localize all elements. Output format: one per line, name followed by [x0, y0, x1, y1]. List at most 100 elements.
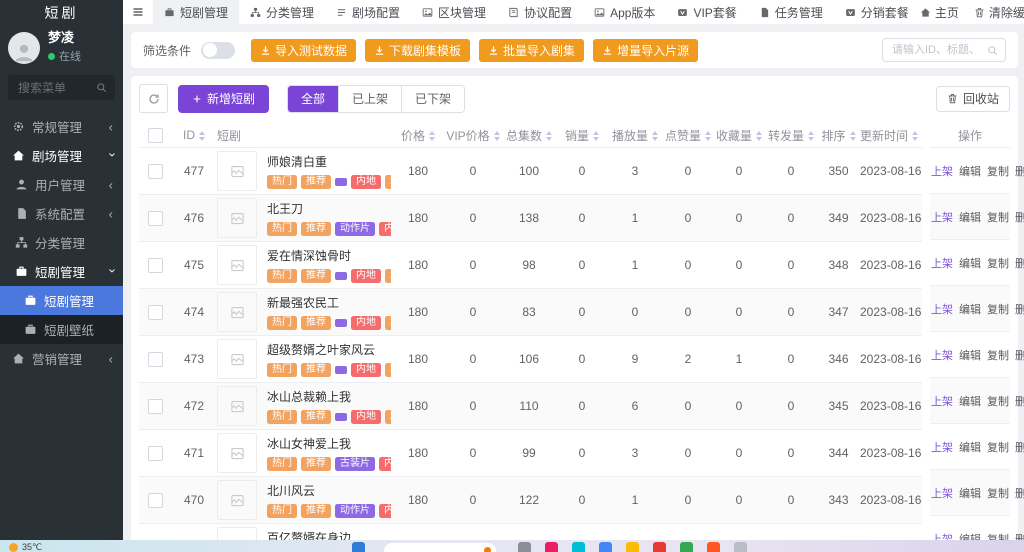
- sidebar-item[interactable]: 营销管理: [0, 344, 123, 373]
- publish-link[interactable]: 上架: [931, 255, 953, 271]
- copy-link[interactable]: 复制: [987, 439, 1009, 455]
- column-header[interactable]: 播放量: [607, 123, 663, 148]
- sort-icon[interactable]: [808, 131, 814, 141]
- column-header[interactable]: 价格: [391, 123, 445, 148]
- sort-icon[interactable]: [199, 131, 205, 141]
- publish-link[interactable]: 上架: [931, 439, 953, 455]
- sort-icon[interactable]: [593, 131, 599, 141]
- hamburger-button[interactable]: [123, 6, 153, 18]
- copy-link[interactable]: 复制: [987, 393, 1009, 409]
- sidebar-item[interactable]: 短剧管理: [0, 257, 123, 286]
- taskbar-app-icon[interactable]: [352, 542, 365, 552]
- sort-icon[interactable]: [546, 131, 552, 141]
- status-tab[interactable]: 全部: [288, 86, 338, 112]
- sidebar-item[interactable]: 用户管理: [0, 170, 123, 199]
- navbar-tab[interactable]: 协议配置: [497, 0, 583, 24]
- row-checkbox[interactable]: [148, 352, 163, 367]
- delete-link[interactable]: 删除: [1015, 301, 1024, 317]
- taskbar-app-icon[interactable]: [653, 542, 666, 552]
- navbar-tab[interactable]: VIP套餐: [666, 0, 747, 24]
- row-checkbox[interactable]: [148, 305, 163, 320]
- delete-link[interactable]: 删除: [1015, 163, 1024, 179]
- clear-cache-button[interactable]: 清除缓存: [974, 4, 1024, 21]
- sort-icon[interactable]: [850, 131, 856, 141]
- import-button[interactable]: 下载剧集模板: [365, 39, 470, 62]
- recycle-bin-button[interactable]: 回收站: [936, 86, 1010, 112]
- taskbar-app-icon[interactable]: [707, 542, 720, 552]
- sort-icon[interactable]: [705, 131, 711, 141]
- navbar-tab[interactable]: App版本: [583, 0, 666, 24]
- import-button[interactable]: 增量导入片源: [593, 39, 698, 62]
- sidebar-item[interactable]: 分类管理: [0, 228, 123, 257]
- taskbar-app-icon[interactable]: [572, 542, 585, 552]
- status-tab[interactable]: 已上架: [338, 86, 401, 112]
- home-button[interactable]: 主页: [920, 4, 959, 21]
- column-header[interactable]: ID: [171, 123, 217, 148]
- sort-icon[interactable]: [429, 131, 435, 141]
- edit-link[interactable]: 编辑: [959, 393, 981, 409]
- copy-link[interactable]: 复制: [987, 347, 1009, 363]
- publish-link[interactable]: 上架: [931, 163, 953, 179]
- delete-link[interactable]: 删除: [1015, 209, 1024, 225]
- table-search-input[interactable]: [890, 43, 982, 57]
- edit-link[interactable]: 编辑: [959, 163, 981, 179]
- delete-link[interactable]: 删除: [1015, 347, 1024, 363]
- row-checkbox[interactable]: [148, 446, 163, 461]
- delete-link[interactable]: 删除: [1015, 531, 1024, 541]
- import-button[interactable]: 导入测试数据: [251, 39, 356, 62]
- edit-link[interactable]: 编辑: [959, 531, 981, 541]
- sidebar-search-input[interactable]: [16, 80, 94, 96]
- sidebar-user[interactable]: 梦凌 在线: [0, 26, 123, 71]
- sidebar-item[interactable]: 短剧壁纸: [0, 315, 123, 344]
- sidebar-item[interactable]: 短剧管理: [0, 286, 123, 315]
- publish-link[interactable]: 上架: [931, 301, 953, 317]
- column-header[interactable]: 点赞量: [663, 123, 713, 148]
- add-drama-button[interactable]: 新增短剧: [178, 85, 269, 113]
- copy-link[interactable]: 复制: [987, 531, 1009, 541]
- table-search[interactable]: [882, 38, 1006, 62]
- sort-icon[interactable]: [652, 131, 658, 141]
- publish-link[interactable]: 上架: [931, 347, 953, 363]
- row-checkbox[interactable]: [148, 211, 163, 226]
- copy-link[interactable]: 复制: [987, 163, 1009, 179]
- edit-link[interactable]: 编辑: [959, 209, 981, 225]
- column-header[interactable]: 排序: [817, 123, 860, 148]
- taskbar-app-icon[interactable]: [680, 542, 693, 552]
- column-header[interactable]: VIP价格: [445, 123, 501, 148]
- copy-link[interactable]: 复制: [987, 209, 1009, 225]
- sidebar-item[interactable]: 剧场管理: [0, 141, 123, 170]
- status-tab[interactable]: 已下架: [401, 86, 464, 112]
- sort-icon[interactable]: [756, 131, 762, 141]
- edit-link[interactable]: 编辑: [959, 255, 981, 271]
- filter-toggle[interactable]: [201, 42, 235, 59]
- column-header[interactable]: 总集数: [501, 123, 557, 148]
- delete-link[interactable]: 删除: [1015, 255, 1024, 271]
- taskbar-app-icon[interactable]: [545, 542, 558, 552]
- navbar-tab[interactable]: 分类管理: [239, 0, 325, 24]
- delete-link[interactable]: 删除: [1015, 439, 1024, 455]
- edit-link[interactable]: 编辑: [959, 439, 981, 455]
- sort-icon[interactable]: [494, 131, 500, 141]
- row-checkbox[interactable]: [148, 399, 163, 414]
- copy-link[interactable]: 复制: [987, 485, 1009, 501]
- column-header[interactable]: 更新时间: [860, 123, 922, 148]
- publish-link[interactable]: 上架: [931, 485, 953, 501]
- row-checkbox[interactable]: [148, 258, 163, 273]
- import-button[interactable]: 批量导入剧集: [479, 39, 584, 62]
- edit-link[interactable]: 编辑: [959, 347, 981, 363]
- taskbar-app-icon[interactable]: [599, 542, 612, 552]
- taskbar-search[interactable]: [384, 543, 496, 552]
- taskbar-weather[interactable]: 35℃: [9, 542, 42, 552]
- column-header[interactable]: 销量: [557, 123, 607, 148]
- edit-link[interactable]: 编辑: [959, 301, 981, 317]
- navbar-tab[interactable]: 剧场配置: [325, 0, 411, 24]
- row-checkbox[interactable]: [148, 493, 163, 508]
- copy-link[interactable]: 复制: [987, 301, 1009, 317]
- taskbar-app-icon[interactable]: [626, 542, 639, 552]
- column-header[interactable]: 转发量: [765, 123, 817, 148]
- publish-link[interactable]: 上架: [931, 393, 953, 409]
- navbar-tab[interactable]: 短剧管理: [153, 0, 239, 24]
- navbar-tab[interactable]: 任务管理: [748, 0, 834, 24]
- column-header[interactable]: 收藏量: [713, 123, 765, 148]
- taskbar-app-icon[interactable]: [734, 542, 747, 552]
